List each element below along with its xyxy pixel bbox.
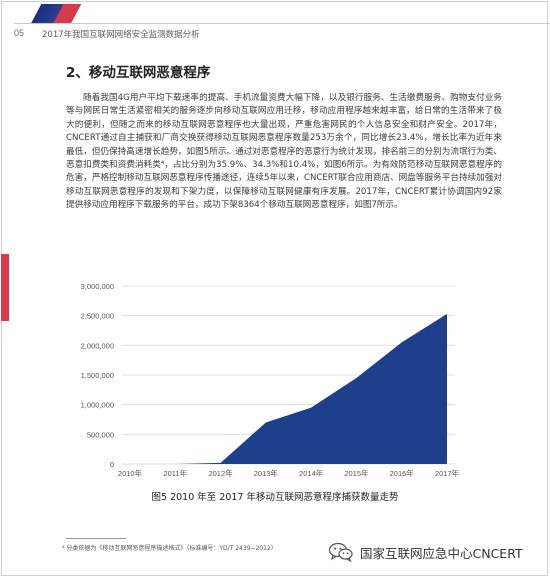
x-tick-label: 2011年 xyxy=(163,468,187,478)
y-tick-label: 1,500,000 xyxy=(81,371,114,380)
body-paragraph: 随着我国4G用户平均下载速率的提高、手机流量资费大幅下降，以及银行服务、生活缴费… xyxy=(66,93,502,211)
area-chart: 0 500,000 1,000,000 1,500,000 2,000,000 2,500… xyxy=(81,282,460,478)
x-tick-label: 2016年 xyxy=(390,468,415,478)
footnote: ⁴ 分类依据为《移动互联网恶意程序描述格式》（标准编号：YD/T 2439−20… xyxy=(62,545,277,552)
y-tick-label: 2,500,000 xyxy=(81,312,114,321)
x-tick-label: 2012年 xyxy=(208,468,233,478)
y-tick-label: 1,000,000 xyxy=(81,401,114,410)
y-tick-label: 3,000,000 xyxy=(81,282,114,291)
x-tick-label: 2014年 xyxy=(299,468,324,478)
running-header-title: 2017年我国互联网网络安全监测数据分析 xyxy=(42,30,200,40)
x-tick-label: 2010年 xyxy=(118,468,143,478)
section-heading: 2、移动互联网恶意程序 xyxy=(66,65,211,81)
wechat-icon xyxy=(328,542,353,562)
x-tick-label: 2015年 xyxy=(344,468,369,478)
header-rule xyxy=(14,23,550,24)
y-tick-label: 500,000 xyxy=(87,430,114,439)
x-tick-label: 2017年 xyxy=(435,468,460,478)
watermark: 国家互联网应急中心CNCERT xyxy=(328,541,523,563)
y-tick-labels: 0 500,000 1,000,000 1,500,000 2,000,000 2,500… xyxy=(81,282,114,469)
watermark-text: 国家互联网应急中心CNCERT xyxy=(360,545,523,561)
footnote-rule xyxy=(66,538,126,539)
page-number: 05 xyxy=(14,28,25,38)
x-tick-labels: 2010年 2011年 2012年 2013年 2014年 2015年 2016年 2017年 xyxy=(118,468,460,478)
x-tick-label: 2013年 xyxy=(254,468,279,478)
side-tab-marker xyxy=(1,254,9,321)
y-tick-label: 2,000,000 xyxy=(81,341,114,350)
figure-caption: 图5 2010 年至 2017 年移动互联网恶意程序捕获数量走势 xyxy=(151,492,399,503)
y-tick-label: 0 xyxy=(110,460,114,469)
data-area xyxy=(130,313,447,464)
